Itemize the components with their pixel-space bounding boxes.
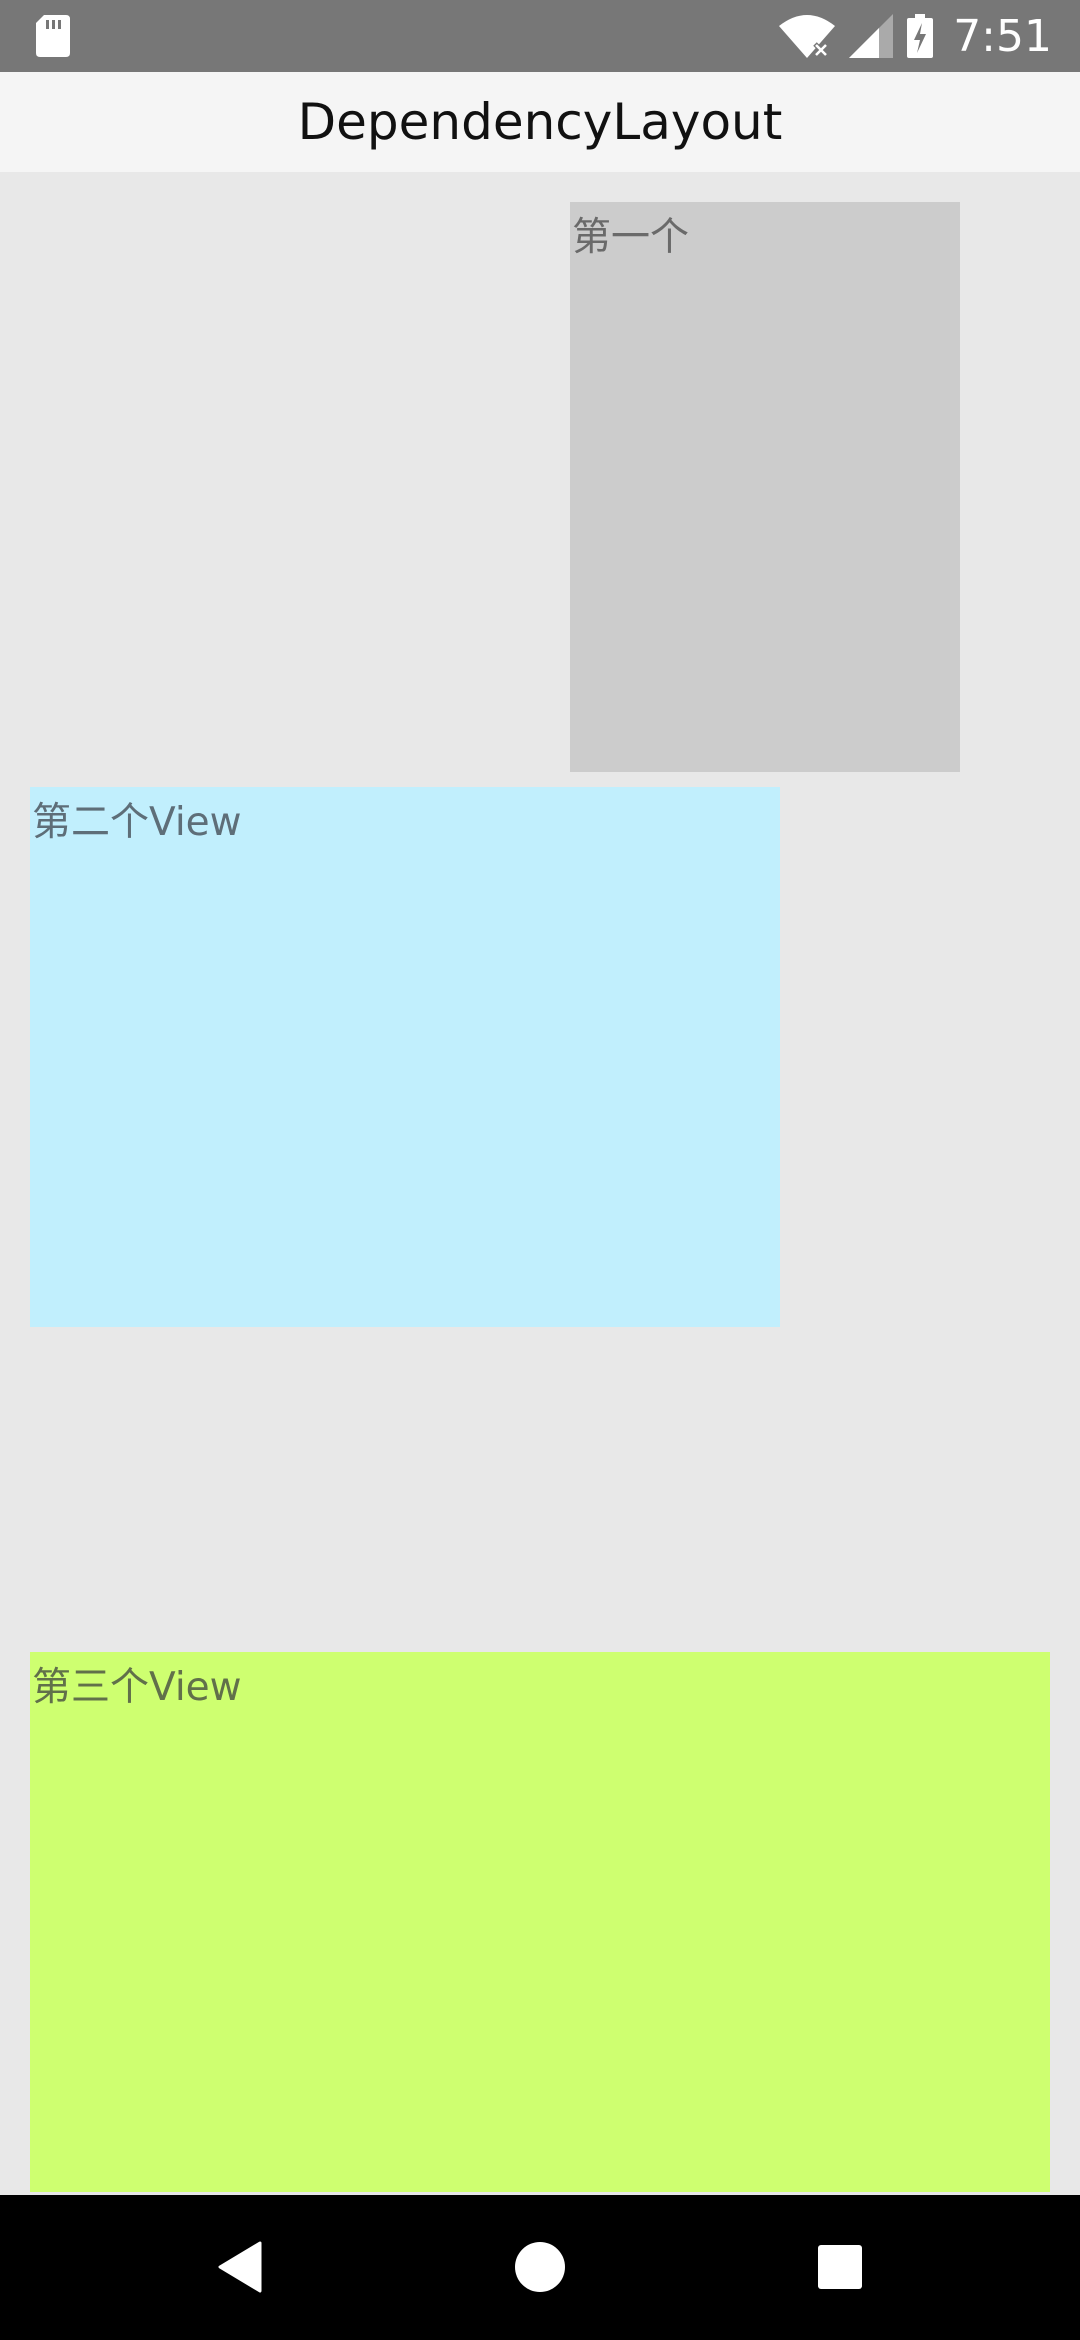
status-bar: 7:51 bbox=[0, 0, 1080, 72]
wifi-off-icon bbox=[779, 14, 836, 58]
second-view-label: 第二个View bbox=[32, 800, 242, 845]
first-view-label: 第一个 bbox=[572, 215, 690, 260]
first-view: 第一个 bbox=[570, 202, 960, 772]
back-button[interactable] bbox=[210, 2237, 270, 2297]
recents-button[interactable] bbox=[810, 2237, 870, 2297]
navigation-bar bbox=[0, 2195, 1080, 2340]
recents-icon bbox=[818, 2245, 862, 2289]
home-icon bbox=[515, 2242, 565, 2292]
page-title: DependencyLayout bbox=[297, 93, 783, 151]
third-view-label: 第三个View bbox=[32, 1665, 242, 1710]
dependency-layout-content: 第一个 第二个View 第三个View bbox=[0, 172, 1080, 2195]
third-view: 第三个View bbox=[30, 1652, 1050, 2192]
signal-icon bbox=[849, 14, 894, 58]
home-button[interactable] bbox=[510, 2237, 570, 2297]
status-icons: 7:51 bbox=[779, 0, 1052, 72]
second-view: 第二个View bbox=[30, 787, 780, 1327]
back-icon bbox=[218, 2241, 262, 2293]
app-bar: DependencyLayout bbox=[0, 72, 1080, 172]
battery-charging-icon bbox=[907, 14, 934, 58]
clock: 7:51 bbox=[953, 10, 1052, 62]
sd-card-icon bbox=[36, 15, 70, 57]
